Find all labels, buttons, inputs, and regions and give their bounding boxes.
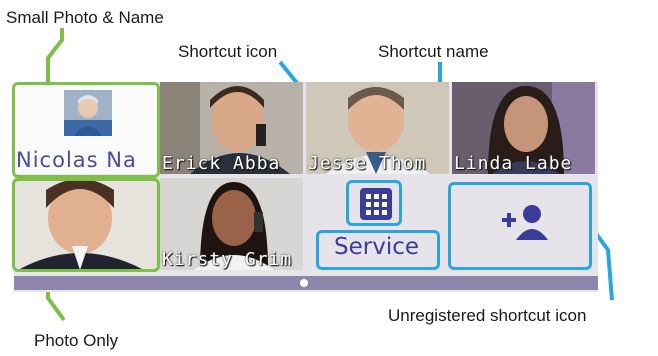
shortcut-name-label: Linda Labe <box>454 153 573 174</box>
shortcut-tile[interactable]: Kirsty Grim <box>160 178 303 270</box>
shortcut-name-label: Erick Abba <box>162 153 281 174</box>
shortcut-name-label: Jesse Thom <box>308 153 427 174</box>
small-photo-name-highlight <box>12 82 160 178</box>
unregistered-shortcut-highlight <box>448 182 592 270</box>
shortcut-tile[interactable]: Erick Abba <box>160 82 303 174</box>
photo-only-highlight <box>12 178 160 272</box>
page-indicator-dot[interactable] <box>300 279 308 287</box>
shortcut-name-label: Kirsty Grim <box>162 249 293 270</box>
shortcut-name-highlight <box>316 230 440 270</box>
shortcut-tile[interactable]: Linda Labe <box>452 82 595 174</box>
shortcut-icon-highlight <box>346 180 402 226</box>
shortcut-tile[interactable]: Jesse Thom <box>306 82 449 174</box>
